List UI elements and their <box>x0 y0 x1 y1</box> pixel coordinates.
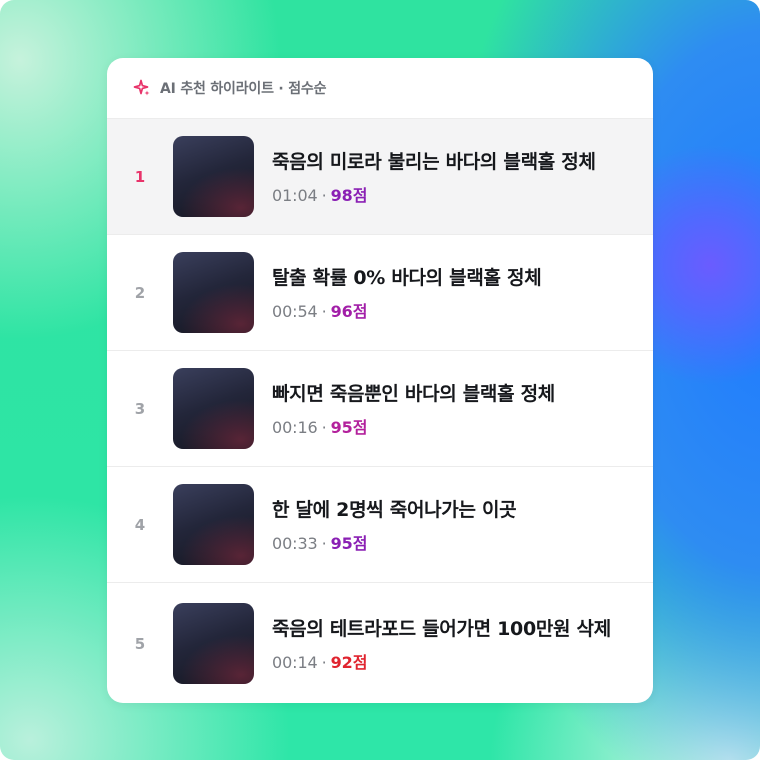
video-thumbnail[interactable] <box>173 484 254 565</box>
video-thumbnail[interactable] <box>173 603 254 684</box>
item-title: 탈출 확률 0% 바다의 블랙홀 정체 <box>272 267 542 289</box>
panel-header: AI 추천 하이라이트 · 점수순 <box>107 58 653 118</box>
sparkle-icon <box>133 79 151 97</box>
item-info: 죽음의 테트라포드 들어가면 100만원 삭제 00:14 · 92점 <box>272 614 632 673</box>
timestamp: 00:14 <box>272 653 318 672</box>
rank-number: 1 <box>134 167 146 186</box>
rank-number: 4 <box>134 515 146 534</box>
item-meta: 00:14 · 92점 <box>272 653 368 672</box>
highlight-item[interactable]: 5 죽음의 테트라포드 들어가면 100만원 삭제 00:14 · 92점 <box>107 582 653 703</box>
item-info: 빠지면 죽음뿐인 바다의 블랙홀 정체 00:16 · 95점 <box>272 379 632 438</box>
item-info: 탈출 확률 0% 바다의 블랙홀 정체 00:54 · 96점 <box>272 263 632 322</box>
score-badge: 92점 <box>330 653 368 672</box>
timestamp: 01:04 <box>272 186 318 205</box>
video-thumbnail[interactable] <box>173 136 254 217</box>
timestamp: 00:54 <box>272 302 318 321</box>
rank-number: 3 <box>134 399 146 418</box>
item-info: 한 달에 2명씩 죽어나가는 이곳 00:33 · 95점 <box>272 495 632 554</box>
video-thumbnail[interactable] <box>173 368 254 449</box>
highlight-item[interactable]: 1 죽음의 미로라 불리는 바다의 블랙홀 정체 01:04 · 98점 <box>107 118 653 234</box>
score-badge: 95점 <box>330 418 368 437</box>
timestamp: 00:33 <box>272 534 318 553</box>
item-meta: 00:16 · 95점 <box>272 418 368 437</box>
highlight-list: 1 죽음의 미로라 불리는 바다의 블랙홀 정체 01:04 · 98점 2 탈출 … <box>107 118 653 703</box>
rank-number: 2 <box>134 283 146 302</box>
item-info: 죽음의 미로라 불리는 바다의 블랙홀 정체 01:04 · 98점 <box>272 147 632 206</box>
item-title: 한 달에 2명씩 죽어나가는 이곳 <box>272 499 517 521</box>
score-badge: 98점 <box>330 186 368 205</box>
panel-title: AI 추천 하이라이트 · 점수순 <box>160 81 327 97</box>
score-badge: 96점 <box>330 302 368 321</box>
highlights-panel: AI 추천 하이라이트 · 점수순 1 죽음의 미로라 불리는 바다의 블랙홀 … <box>107 58 653 703</box>
highlight-item[interactable]: 4 한 달에 2명씩 죽어나가는 이곳 00:33 · 95점 <box>107 466 653 582</box>
item-title: 빠지면 죽음뿐인 바다의 블랙홀 정체 <box>272 383 555 405</box>
rank-number: 5 <box>134 634 146 653</box>
item-title: 죽음의 미로라 불리는 바다의 블랙홀 정체 <box>272 151 596 173</box>
item-meta: 01:04 · 98점 <box>272 186 368 205</box>
item-meta: 00:33 · 95점 <box>272 534 368 553</box>
video-thumbnail[interactable] <box>173 252 254 333</box>
highlight-item[interactable]: 3 빠지면 죽음뿐인 바다의 블랙홀 정체 00:16 · 95점 <box>107 350 653 466</box>
timestamp: 00:16 <box>272 418 318 437</box>
score-badge: 95점 <box>330 534 368 553</box>
highlight-item[interactable]: 2 탈출 확률 0% 바다의 블랙홀 정체 00:54 · 96점 <box>107 234 653 350</box>
item-meta: 00:54 · 96점 <box>272 302 368 321</box>
item-title: 죽음의 테트라포드 들어가면 100만원 삭제 <box>272 618 611 640</box>
